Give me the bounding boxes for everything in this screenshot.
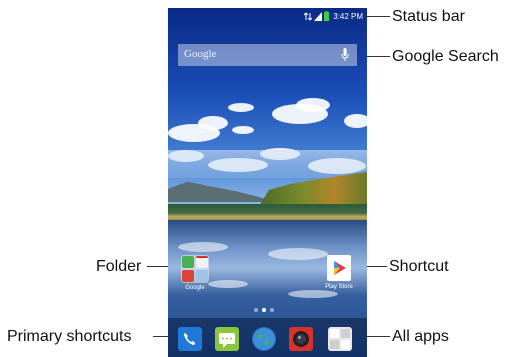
page-dot [270,308,274,312]
search-placeholder: Google [184,48,217,60]
maps-icon [182,256,194,268]
status-time: 3:42 PM [333,11,363,21]
folder-label: Google [185,285,205,291]
google-search-bar[interactable]: Google [178,44,357,66]
leader-line-status-bar [366,16,390,17]
status-bar: 3:42 PM [168,8,367,24]
callout-primary-shortcuts: Primary shortcuts [7,328,132,345]
google-folder[interactable]: Google [178,255,212,299]
all-apps-icon[interactable] [328,327,352,351]
messaging-icon[interactable] [215,327,239,351]
callout-google-search: Google Search [392,48,499,65]
play-store-shortcut[interactable]: Play Store [318,255,360,299]
phone-icon[interactable] [178,327,202,351]
data-transfer-icon [304,11,313,21]
google-plus-icon [182,270,194,282]
callout-all-apps: All apps [392,328,449,345]
folder-icon [181,255,209,283]
callout-status-bar: Status bar [392,8,465,25]
primary-shortcuts-dock [168,318,367,357]
play-games-icon [196,270,208,282]
page-indicator [254,308,274,312]
callout-shortcut: Shortcut [389,258,449,275]
phone-home-screen: 3:42 PM Google Google Play Store [168,8,367,357]
browser-icon[interactable] [252,327,276,351]
camera-icon[interactable] [289,327,313,351]
callout-folder: Folder [96,258,142,275]
gmail-icon [196,256,208,268]
page-dot-current [262,308,266,312]
shortcut-label: Play Store [325,284,353,290]
signal-icon [314,11,323,21]
battery-icon [324,11,330,21]
page-dot [254,308,258,312]
play-store-icon [327,255,351,281]
microphone-icon[interactable] [341,48,349,62]
